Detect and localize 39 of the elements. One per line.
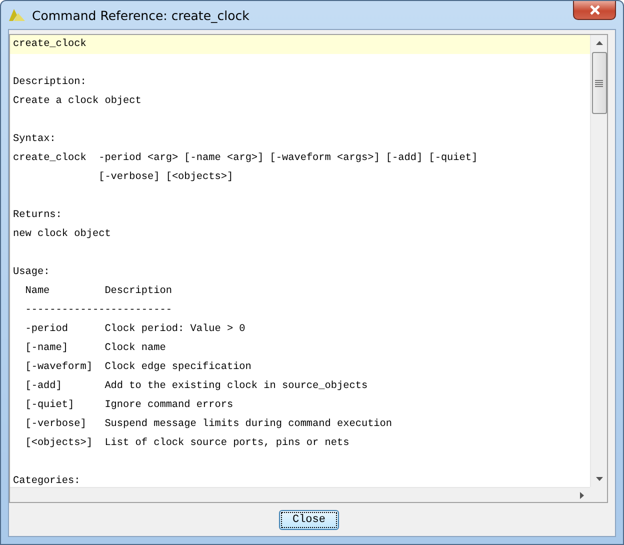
syntax-line: [-verbose] [<objects>]	[98, 172, 234, 183]
logo-icon	[8, 7, 26, 23]
option-description: Add to the existing clock in source_objects	[104, 380, 368, 394]
option-name: -period	[25, 322, 70, 337]
option-description: Suspend message limits during command execution	[104, 418, 392, 432]
option-name: [-add]	[25, 380, 63, 394]
option-name: [-verbose]	[25, 418, 88, 432]
section-heading: Syntax:	[13, 134, 56, 145]
grip-icon	[595, 80, 603, 86]
syntax-line: create_clock -period <arg> [-name <arg>] [-waveform <args>] [-add] [-quiet]	[13, 153, 478, 164]
option-name: [-waveform]	[25, 360, 94, 375]
option-description: Clock period: Value > 0	[104, 322, 246, 337]
option-description: Clock name	[104, 342, 166, 356]
option-name: [-quiet]	[25, 398, 76, 413]
section-heading: Usage:	[13, 267, 50, 278]
scroll-up-icon[interactable]	[596, 41, 602, 45]
window-title: Command Reference: create_clock	[32, 8, 250, 22]
close-icon	[588, 5, 600, 15]
option-description: Ignore command errors	[104, 398, 234, 413]
close-button[interactable]: Close	[279, 510, 339, 530]
vertical-scrollbar[interactable]	[590, 35, 607, 487]
returns-text: new clock object	[13, 229, 111, 240]
column-header: Description	[104, 284, 172, 299]
command-name: create_clock	[13, 39, 86, 50]
section-heading: Categories:	[13, 476, 80, 487]
scroll-thumb[interactable]	[592, 52, 606, 114]
horizontal-scrollbar[interactable]	[10, 487, 590, 502]
scroll-down-icon[interactable]	[596, 477, 602, 481]
table-rule: ------------------------	[25, 305, 172, 316]
option-name: [-name]	[25, 342, 70, 356]
option-name: [<objects>]	[25, 436, 94, 451]
scroll-right-icon[interactable]	[580, 492, 584, 498]
option-description: List of clock source ports, pins or nets	[104, 436, 350, 451]
close-button[interactable]	[573, 1, 616, 20]
description-text: Create a clock object	[13, 96, 142, 107]
section-heading: Returns:	[13, 210, 62, 221]
option-description: Clock edge specification	[104, 360, 252, 375]
column-header: Name	[25, 285, 51, 299]
section-heading: Description:	[13, 77, 86, 88]
